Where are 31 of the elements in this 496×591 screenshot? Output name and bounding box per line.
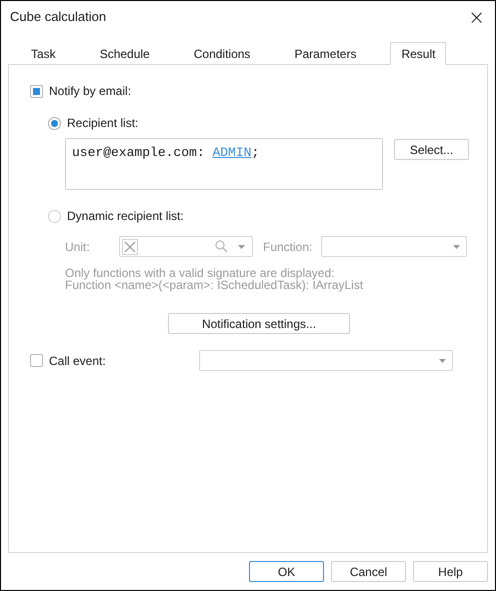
- dropdown-arrow-icon: [439, 358, 446, 362]
- field-label: Unit:: [65, 238, 91, 256]
- separator-text: ;: [251, 145, 260, 160]
- notification-settings-button[interactable]: Notification settings...: [168, 313, 350, 334]
- radio-label: Recipient list:: [67, 115, 138, 132]
- cross-icon: [122, 238, 138, 254]
- event-dropdown[interactable]: [199, 350, 453, 371]
- tab[interactable]: Conditions: [184, 43, 260, 65]
- checkbox[interactable]: [30, 84, 43, 98]
- tab[interactable]: Result: [390, 42, 446, 65]
- select-button[interactable]: Select...: [394, 139, 469, 160]
- recipient-field[interactable]: user@example.com: ADMIN;: [65, 138, 383, 190]
- tab[interactable]: Task: [21, 43, 66, 65]
- checkbox-label: Call event:: [49, 352, 107, 370]
- dialog-button[interactable]: Cancel: [331, 561, 406, 582]
- checkbox-label: Notify by email:: [49, 83, 132, 100]
- field-label: Function:: [263, 238, 314, 256]
- window-title: Cube calculation: [10, 8, 106, 26]
- dialog-button[interactable]: Help: [413, 561, 488, 582]
- radio-label: Dynamic recipient list:: [67, 208, 184, 225]
- checkbox[interactable]: [30, 354, 43, 367]
- tab[interactable]: Schedule: [90, 43, 160, 65]
- dropdown-arrow-icon: [238, 244, 245, 248]
- dropdown-arrow-icon: [453, 244, 460, 248]
- search-icon: [215, 240, 228, 253]
- radio-button[interactable]: [48, 116, 61, 130]
- tab[interactable]: Parameters: [284, 43, 366, 65]
- close-button[interactable]: ×: [468, 7, 485, 27]
- dialog-button[interactable]: OK: [249, 561, 324, 582]
- hint-text: Only functions with a valid signature are displayed: Function <name>(<param>: IScheduledTask): IArrayList: [64, 267, 364, 291]
- email-address: user@example.com:: [72, 145, 205, 160]
